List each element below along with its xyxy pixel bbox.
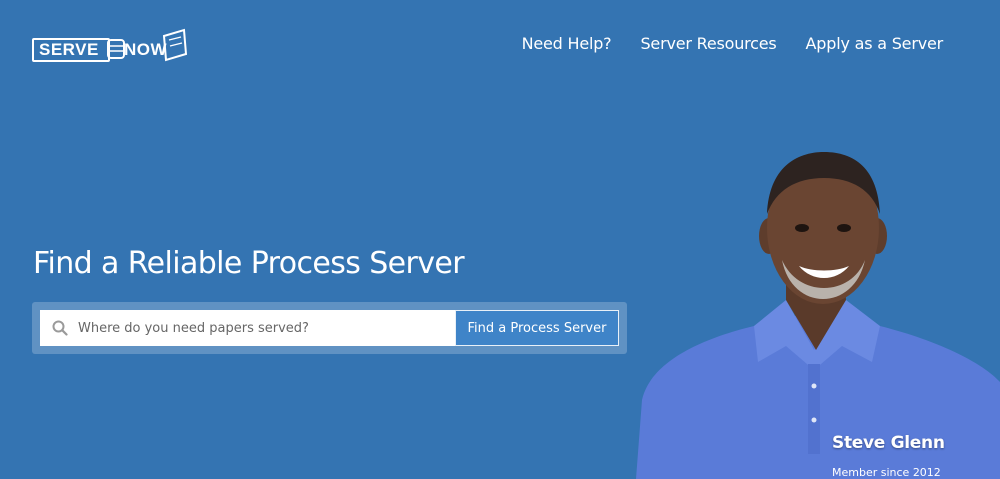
logo-text-serve: SERVE xyxy=(39,40,99,59)
member-portrait-photo xyxy=(636,152,1000,479)
search-icon xyxy=(52,320,68,336)
member-since: Member since 2012 xyxy=(832,466,941,479)
location-search-input[interactable] xyxy=(76,319,440,337)
top-nav: Need Help? Server Resources Apply as a S… xyxy=(522,34,944,53)
nav-link-apply-as-server[interactable]: Apply as a Server xyxy=(806,34,944,53)
hero-title: Find a Reliable Process Server xyxy=(33,246,465,281)
paper-icon xyxy=(162,28,188,62)
serve-now-logo[interactable]: SERVE NOW xyxy=(32,28,192,64)
member-name: Steve Glenn xyxy=(832,433,945,453)
search-field-container[interactable] xyxy=(40,310,455,346)
search-form: Find a Process Server xyxy=(32,302,627,354)
nav-link-need-help[interactable]: Need Help? xyxy=(522,34,612,53)
find-process-server-button[interactable]: Find a Process Server xyxy=(455,310,619,346)
logo-box: SERVE xyxy=(32,38,110,62)
nav-link-server-resources[interactable]: Server Resources xyxy=(640,34,776,53)
